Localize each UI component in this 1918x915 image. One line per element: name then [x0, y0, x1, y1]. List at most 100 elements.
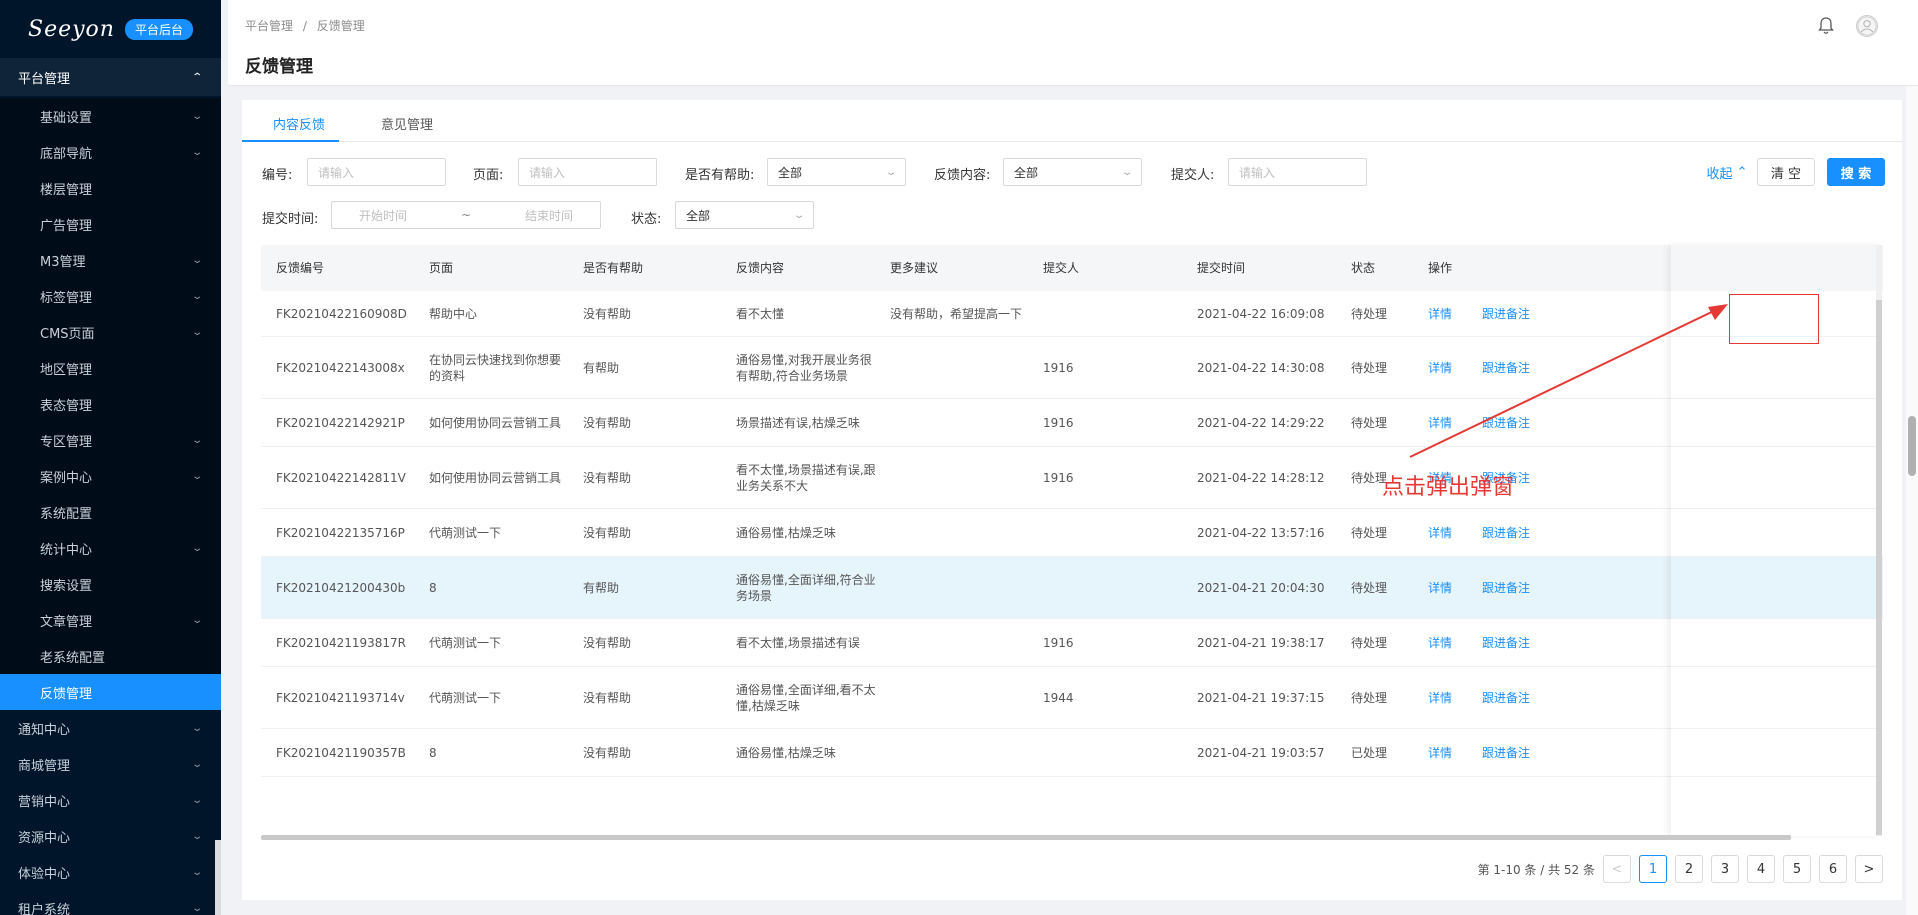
chevron-down-icon: ⌄ [190, 146, 203, 158]
sidebar-item[interactable]: 表态管理 [0, 386, 221, 422]
filter-id-input[interactable]: 请输入 [307, 158, 446, 186]
table-row[interactable]: FK20210422143008x 在协同云快速找到你想要的资料 有帮助 通俗易懂,对… [261, 337, 1883, 399]
follow-note-link[interactable]: 跟进备注 [1482, 580, 1530, 596]
filter-helpful-select[interactable]: 全部 ⌄ [767, 158, 906, 186]
prev-page-button[interactable]: < [1603, 855, 1631, 883]
sidebar-group[interactable]: 租户系统 ⌄ [0, 890, 221, 915]
chevron-down-icon: ⌄ [884, 166, 898, 178]
user-avatar-icon[interactable] [1856, 15, 1878, 37]
cell-time: 2021-04-22 13:57:16 [1197, 525, 1325, 540]
sidebar-item[interactable]: 楼层管理 [0, 170, 221, 206]
table-row[interactable]: FK20210422142921P 如何使用协同云营销工具 没有帮助 场景描述有误,枯… [261, 399, 1883, 447]
follow-note-link[interactable]: 跟进备注 [1482, 415, 1530, 431]
bell-icon[interactable] [1818, 17, 1834, 35]
sidebar-item[interactable]: 广告管理 [0, 206, 221, 242]
page-number-button[interactable]: 3 [1711, 855, 1739, 883]
sidebar-item[interactable]: 标签管理 ⌄ [0, 278, 221, 314]
sidebar-scrollbar[interactable] [215, 840, 221, 915]
sidebar-item[interactable]: 地区管理 [0, 350, 221, 386]
chevron-down-icon: ⌄ [190, 614, 203, 626]
detail-link[interactable]: 详情 [1428, 306, 1452, 322]
filter-time-range[interactable]: 开始时间 ~ 结束时间 [331, 201, 601, 229]
page-scrollbar[interactable] [1906, 86, 1918, 915]
table-row[interactable]: FK20210421200430b 8 有帮助 通俗易懂,全面详细,符合业务场景 202… [261, 557, 1883, 619]
filter-submitter-input[interactable]: 请输入 [1228, 158, 1367, 186]
detail-link[interactable]: 详情 [1428, 635, 1452, 651]
table-row[interactable]: FK20210421190357B 8 没有帮助 通俗易懂,枯燥乏味 2021-04-2… [261, 729, 1883, 777]
page-number-button[interactable]: 6 [1819, 855, 1847, 883]
sidebar-item[interactable]: 基础设置 ⌄ [0, 98, 221, 134]
sidebar-group[interactable]: 资源中心 ⌄ [0, 818, 221, 854]
sidebar-group-platform[interactable]: 平台管理 ⌃ [0, 58, 221, 96]
collapse-button[interactable]: 收起 ⌃ [1692, 158, 1762, 186]
table-row[interactable]: FK20210422160908D 帮助中心 没有帮助 看不太懂 没有帮助，希望提高一下… [261, 291, 1883, 337]
collapse-label: 收起 [1706, 166, 1733, 182]
sidebar-item[interactable]: 底部导航 ⌄ [0, 134, 221, 170]
breadcrumb-item[interactable]: 平台管理 [245, 19, 293, 33]
annotation-highlight-box [1729, 294, 1819, 344]
filter-id-label: 编号: [262, 168, 293, 183]
sidebar-group[interactable]: 商城管理 ⌄ [0, 746, 221, 782]
table-row[interactable]: FK20210422142811V 如何使用协同云营销工具 没有帮助 看不太懂,场景描… [261, 447, 1883, 509]
table-row[interactable]: FK20210421193817R 代萌测试一下 没有帮助 看不太懂,场景描述有误 19… [261, 619, 1883, 667]
page-number-button[interactable]: 2 [1675, 855, 1703, 883]
clear-button[interactable]: 清 空 [1757, 158, 1815, 186]
detail-link[interactable]: 详情 [1428, 745, 1452, 761]
filter-page-label: 页面: [473, 168, 504, 183]
cell-content: 通俗易懂,全面详细,看不太懂,枯燥乏味 [736, 682, 876, 713]
sidebar-item[interactable]: 搜索设置 [0, 566, 221, 602]
chevron-down-icon: ⌄ [190, 830, 203, 842]
follow-note-link[interactable]: 跟进备注 [1482, 525, 1530, 541]
detail-link[interactable]: 详情 [1428, 415, 1452, 431]
table-row[interactable]: FK20210421193714v 代萌测试一下 没有帮助 通俗易懂,全面详细,看不太… [261, 667, 1883, 729]
sidebar-item[interactable]: 老系统配置 [0, 638, 221, 674]
sidebar-item[interactable]: 文章管理 ⌄ [0, 602, 221, 638]
select-value: 全部 [1014, 165, 1039, 180]
page-number-button[interactable]: 4 [1747, 855, 1775, 883]
tab-opinion-management[interactable]: 意见管理 [381, 114, 433, 133]
next-page-button[interactable]: > [1855, 855, 1883, 883]
table-row[interactable]: FK20210422135716P 代萌测试一下 没有帮助 通俗易懂,枯燥乏味 2021… [261, 509, 1883, 557]
filter-content-select[interactable]: 全部 ⌄ [1003, 158, 1142, 186]
detail-link[interactable]: 详情 [1428, 360, 1452, 376]
page-number-button[interactable]: 5 [1783, 855, 1811, 883]
sidebar-item[interactable]: 系统配置 [0, 494, 221, 530]
detail-link[interactable]: 详情 [1428, 580, 1452, 596]
scrollbar-thumb[interactable] [1908, 416, 1916, 476]
page-number-button[interactable]: 1 [1639, 855, 1667, 883]
follow-note-link[interactable]: 跟进备注 [1482, 360, 1530, 376]
cell-helpful: 没有帮助 [583, 690, 632, 705]
cell-time: 2021-04-22 16:09:08 [1197, 306, 1325, 321]
filter-status-select[interactable]: 全部 ⌄ [675, 201, 814, 229]
sidebar-group[interactable]: 通知中心 ⌄ [0, 710, 221, 746]
chevron-down-icon: ⌄ [190, 290, 203, 302]
search-button[interactable]: 搜 索 [1827, 158, 1885, 186]
sidebar-item[interactable]: 专区管理 ⌄ [0, 422, 221, 458]
follow-note-link[interactable]: 跟进备注 [1482, 635, 1530, 651]
sidebar-item-label: 专区管理 [40, 434, 93, 450]
scrollbar-thumb[interactable] [1876, 300, 1882, 835]
sidebar-item[interactable]: 统计中心 ⌄ [0, 530, 221, 566]
cell-page: 帮助中心 [429, 306, 478, 321]
cell-content: 看不太懂,场景描述有误 [736, 635, 860, 650]
table-vertical-scrollbar[interactable] [1876, 245, 1882, 836]
sidebar-group[interactable]: 营销中心 ⌄ [0, 782, 221, 818]
follow-note-link[interactable]: 跟进备注 [1482, 745, 1530, 761]
sidebar-item-label: 广告管理 [40, 218, 93, 234]
filter-page-input[interactable]: 请输入 [518, 158, 657, 186]
chevron-down-icon: ⌄ [190, 110, 203, 122]
follow-note-link[interactable]: 跟进备注 [1482, 306, 1530, 322]
detail-link[interactable]: 详情 [1428, 690, 1452, 706]
sidebar-item[interactable]: CMS页面 ⌄ [0, 314, 221, 350]
sidebar-item[interactable]: M3管理 ⌄ [0, 242, 221, 278]
detail-link[interactable]: 详情 [1428, 525, 1452, 541]
tab-content-feedback[interactable]: 内容反馈 [273, 114, 325, 133]
sidebar-group[interactable]: 体验中心 ⌄ [0, 854, 221, 890]
table-horizontal-scrollbar[interactable] [261, 835, 1791, 840]
sidebar-item[interactable]: 案例中心 ⌄ [0, 458, 221, 494]
cell-id: FK20210421200430b [276, 580, 406, 595]
page-numbers: 123456 [1639, 855, 1847, 883]
cell-content: 通俗易懂,枯燥乏味 [736, 745, 836, 760]
follow-note-link[interactable]: 跟进备注 [1482, 690, 1530, 706]
sidebar-item[interactable]: 反馈管理 [0, 674, 221, 710]
